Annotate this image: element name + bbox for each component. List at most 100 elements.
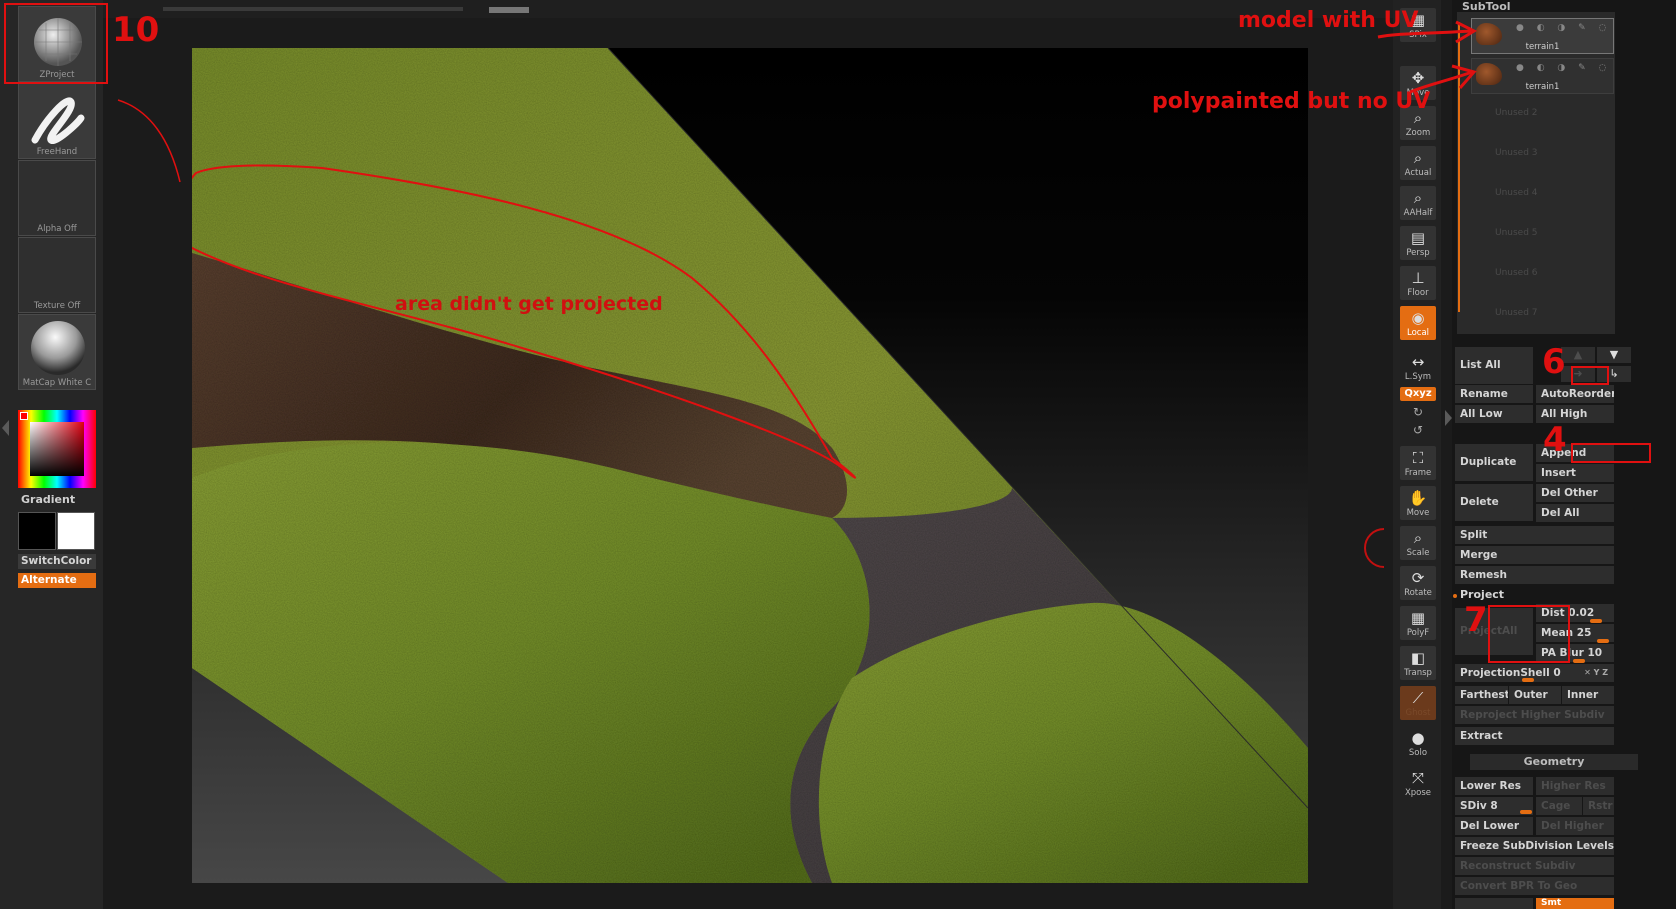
move-up-arrow-icon[interactable]: ▲	[1561, 347, 1595, 363]
actual-button[interactable]: ⌕ Actual	[1400, 146, 1436, 180]
inner-button[interactable]: Inner	[1562, 686, 1614, 704]
xyz-symmetry-button[interactable]: Qxyz	[1400, 387, 1436, 401]
xpose-button[interactable]: ⤧ Xpose	[1400, 766, 1436, 800]
floor-button[interactable]: ⊥ Floor	[1400, 266, 1436, 300]
xyz-mini-icon[interactable]: ✕ Y Z	[1584, 664, 1608, 682]
floor-icon: ⊥	[1411, 269, 1425, 287]
lsym-button[interactable]: ↔ L.Sym	[1400, 350, 1436, 382]
del-higher-button[interactable]: Del Higher	[1536, 817, 1614, 835]
rotate-y-icon[interactable]: ↻	[1410, 405, 1426, 419]
reconstruct-subdiv-button[interactable]: Reconstruct Subdiv	[1455, 857, 1614, 875]
del-all-button[interactable]: Del All	[1536, 504, 1614, 522]
unused-slot[interactable]: Unused 4	[1495, 188, 1538, 198]
stroke-slot-freehand[interactable]: FreeHand	[18, 83, 96, 159]
unused-slot[interactable]: Unused 7	[1495, 308, 1538, 318]
del-other-button[interactable]: Del Other	[1536, 484, 1614, 502]
projection-shell-slider[interactable]: ProjectionShell 0 ✕ Y Z	[1455, 664, 1614, 682]
solo-icon: ●	[1411, 729, 1425, 747]
subtool-item[interactable]: ● ◐ ◑ ✎ ◌ terrain1	[1471, 18, 1614, 54]
rename-button[interactable]: Rename	[1455, 385, 1533, 403]
switch-color-button[interactable]: SwitchColor	[18, 554, 96, 569]
collapse-right-arrow-icon[interactable]	[1445, 410, 1452, 426]
higher-res-button[interactable]: Higher Res	[1536, 777, 1614, 795]
geometry-header[interactable]: Geometry	[1470, 754, 1638, 770]
gradient-label[interactable]: Gradient	[21, 493, 75, 506]
ghost-button[interactable]: ⟋ Ghost	[1400, 686, 1436, 720]
split-button[interactable]: Split	[1455, 526, 1614, 544]
frame-button[interactable]: ⛶ Frame	[1400, 446, 1436, 480]
actual-icon: ⌕	[1413, 149, 1423, 167]
scroll-thumb[interactable]	[489, 7, 529, 13]
subtool-list: ● ◐ ◑ ✎ ◌ terrain1 ● ◐ ◑ ✎ ◌ terrain1 Un…	[1457, 12, 1615, 334]
duplicate-button[interactable]: Duplicate	[1455, 444, 1533, 481]
auto-reorder-button[interactable]: AutoReorder	[1536, 385, 1614, 403]
transp-button[interactable]: ◧ Transp	[1400, 646, 1436, 680]
frame-icon: ⛶	[1412, 449, 1424, 467]
unused-slot[interactable]: Unused 3	[1495, 148, 1538, 158]
sdiv-slider-handle[interactable]	[1520, 810, 1532, 814]
remesh-button[interactable]: Remesh	[1455, 566, 1614, 584]
rotate-z-icon[interactable]: ↺	[1410, 423, 1426, 437]
scale-button[interactable]: ⌕ Scale	[1400, 526, 1436, 560]
move-down-arrow-icon[interactable]: ▼	[1597, 347, 1631, 363]
unused-slot[interactable]: Unused 6	[1495, 268, 1538, 278]
rotate-button[interactable]: ⟳ Rotate	[1400, 566, 1436, 600]
reproject-button[interactable]: Reproject Higher Subdiv	[1455, 706, 1614, 724]
alternate-button[interactable]: Alternate	[18, 573, 96, 588]
matcap-sphere-icon	[31, 321, 85, 375]
projection-shell-slider-handle[interactable]	[1522, 678, 1534, 682]
local-button[interactable]: ◉ Local	[1400, 306, 1436, 340]
aahalf-icon: ⌕	[1413, 189, 1423, 207]
unused-slot[interactable]: Unused 2	[1495, 108, 1538, 118]
transp-icon: ◧	[1410, 649, 1426, 667]
dist-slider-handle[interactable]	[1590, 619, 1602, 623]
tool-label: Actual	[1404, 168, 1432, 178]
farthest-button[interactable]: Farthest	[1455, 686, 1508, 704]
subtool-visibility-icons[interactable]: ● ◐ ◑ ✎ ◌	[1516, 23, 1612, 33]
all-low-button[interactable]: All Low	[1455, 405, 1533, 423]
subtool-item[interactable]: ● ◐ ◑ ✎ ◌ terrain1	[1471, 58, 1614, 94]
color-saturation-square[interactable]	[30, 422, 84, 476]
outer-button[interactable]: Outer	[1509, 686, 1561, 704]
move-button[interactable]: ✋ Move	[1400, 486, 1436, 520]
tool-label: Frame	[1404, 468, 1432, 478]
tool-label: Move	[1406, 508, 1430, 518]
subtool-visibility-icons[interactable]: ● ◐ ◑ ✎ ◌	[1516, 63, 1612, 73]
left-shelf: ZProject FreeHand Alpha Off Texture Off …	[0, 0, 103, 909]
lower-res-button[interactable]: Lower Res	[1455, 777, 1533, 795]
secondary-color-swatch[interactable]	[57, 512, 95, 550]
unused-slot[interactable]: Unused 5	[1495, 228, 1538, 238]
cage-button[interactable]: Cage	[1536, 797, 1582, 815]
freeze-subdivision-button[interactable]: Freeze SubDivision Levels	[1455, 837, 1614, 855]
rstr-button[interactable]: Rstr	[1583, 797, 1614, 815]
smt-button[interactable]: Smt	[1536, 898, 1614, 909]
primary-color-swatch[interactable]	[18, 512, 56, 550]
alpha-slot[interactable]: Alpha Off	[18, 160, 96, 236]
color-picker[interactable]	[18, 410, 96, 488]
polyf-button[interactable]: ▦ PolyF	[1400, 606, 1436, 640]
convert-bpr-button[interactable]: Convert BPR To Geo	[1455, 877, 1614, 895]
merge-button[interactable]: Merge	[1455, 546, 1614, 564]
list-all-button[interactable]: List All	[1455, 347, 1533, 384]
top-strip	[103, 0, 1393, 18]
aahalf-button[interactable]: ⌕ AAHalf	[1400, 186, 1436, 220]
insert-button[interactable]: Insert	[1536, 464, 1614, 482]
material-slot[interactable]: MatCap White C	[18, 314, 96, 390]
collapse-left-arrow-icon[interactable]	[2, 420, 9, 436]
extract-button[interactable]: Extract	[1455, 727, 1614, 745]
lsym-icon: ↔	[1411, 353, 1425, 371]
del-lower-button[interactable]: Del Lower	[1455, 817, 1533, 835]
solo-button[interactable]: ● Solo	[1400, 726, 1436, 760]
mean-slider-handle[interactable]	[1597, 639, 1609, 643]
mean-value: 25	[1576, 627, 1592, 639]
pa-blur-slider-handle[interactable]	[1573, 659, 1585, 663]
delete-button[interactable]: Delete	[1455, 484, 1533, 521]
geometry-extra-button[interactable]	[1455, 898, 1533, 909]
projection-shell-label: ProjectionShell	[1460, 667, 1550, 679]
persp-button[interactable]: ▤ Persp	[1400, 226, 1436, 260]
canvas-viewport[interactable]: area didn't get projected	[192, 48, 1308, 883]
pa-blur-value: 10	[1587, 647, 1603, 659]
texture-slot[interactable]: Texture Off	[18, 237, 96, 313]
tool-label: Zoom	[1405, 128, 1431, 138]
tool-label: Xpose	[1404, 788, 1432, 798]
